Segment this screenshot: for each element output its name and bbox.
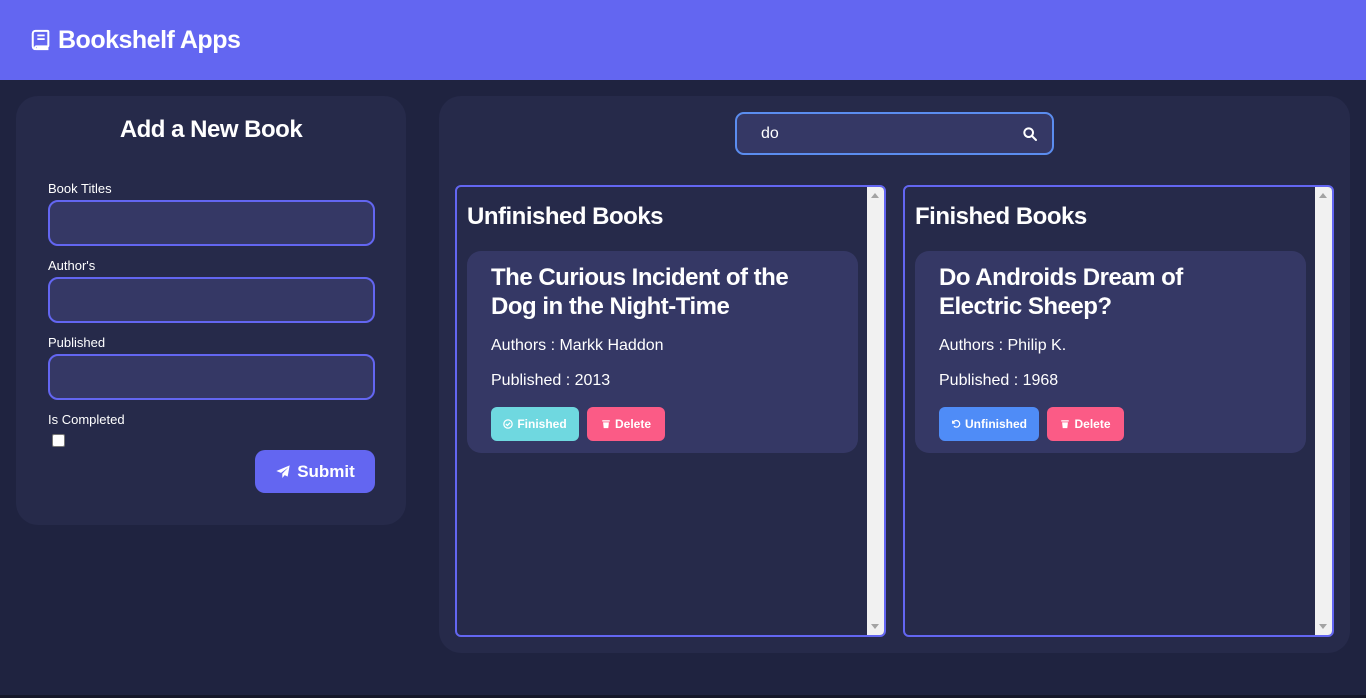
unfinished-shelf: Unfinished Books The Curious Incident of… [455,185,886,637]
finished-shelf: Finished Books Do Androids Dream of Elec… [903,185,1334,637]
is-completed-label: Is Completed [48,412,125,427]
delete-button-label: Delete [614,417,652,431]
book-authors: Authors : Philip K. [939,337,1067,354]
submit-label: Submit [297,461,355,481]
author-label: Author's [48,258,96,273]
search-input[interactable] [761,124,1022,143]
author-input[interactable] [48,277,375,323]
unfinished-button[interactable]: Unfinished [939,407,1039,441]
form-title: Add a New Book [119,116,303,143]
finished-heading: Finished Books [915,203,1087,230]
is-completed-checkbox[interactable] [52,434,65,447]
scroll-down-arrow-icon[interactable] [1319,624,1327,629]
search-box [735,112,1054,155]
check-circle-icon [503,419,514,429]
book-card: The Curious Incident of the Dog in the N… [467,251,858,453]
delete-button-label: Delete [1074,417,1111,431]
trash-icon [602,420,610,429]
delete-button[interactable]: Delete [1047,407,1124,441]
book-title: Do Androids Dream of Electric Sheep? [939,264,1183,320]
book-published: Published : 2013 [491,372,611,389]
add-book-panel: Add a New Book Book Titles Author's Publ… [16,96,406,525]
unfinished-heading: Unfinished Books [467,203,664,230]
scrollbar[interactable] [1315,187,1332,635]
unfinished-button-label: Unfinished [965,417,1027,431]
finished-button-label: Finished [517,417,567,431]
book-title-label: Book Titles [48,181,112,196]
book-published: Published : 1968 [939,372,1059,389]
app-header: Bookshelf Apps [0,0,1366,80]
published-input[interactable] [48,354,375,400]
scroll-down-arrow-icon[interactable] [871,624,879,629]
delete-button[interactable]: Delete [587,407,665,441]
trash-icon [1061,420,1070,429]
book-title-input[interactable] [48,200,375,246]
submit-button[interactable]: Submit [255,450,375,493]
book-card: Do Androids Dream of Electric Sheep? Aut… [915,251,1306,453]
scrollbar[interactable] [867,187,884,635]
undo-icon [952,419,961,428]
paper-plane-icon [276,464,290,478]
search-icon[interactable] [1022,126,1038,142]
book-title: The Curious Incident of the Dog in the N… [491,264,789,320]
published-label: Published [48,335,106,350]
book-icon [31,29,50,51]
finished-button[interactable]: Finished [491,407,579,441]
scroll-up-arrow-icon[interactable] [1319,193,1327,198]
app-title: Bookshelf Apps [58,25,241,54]
book-authors: Authors : Markk Haddon [491,337,664,354]
scroll-up-arrow-icon[interactable] [871,193,879,198]
bookshelf-panel: Unfinished Books The Curious Incident of… [439,96,1350,653]
